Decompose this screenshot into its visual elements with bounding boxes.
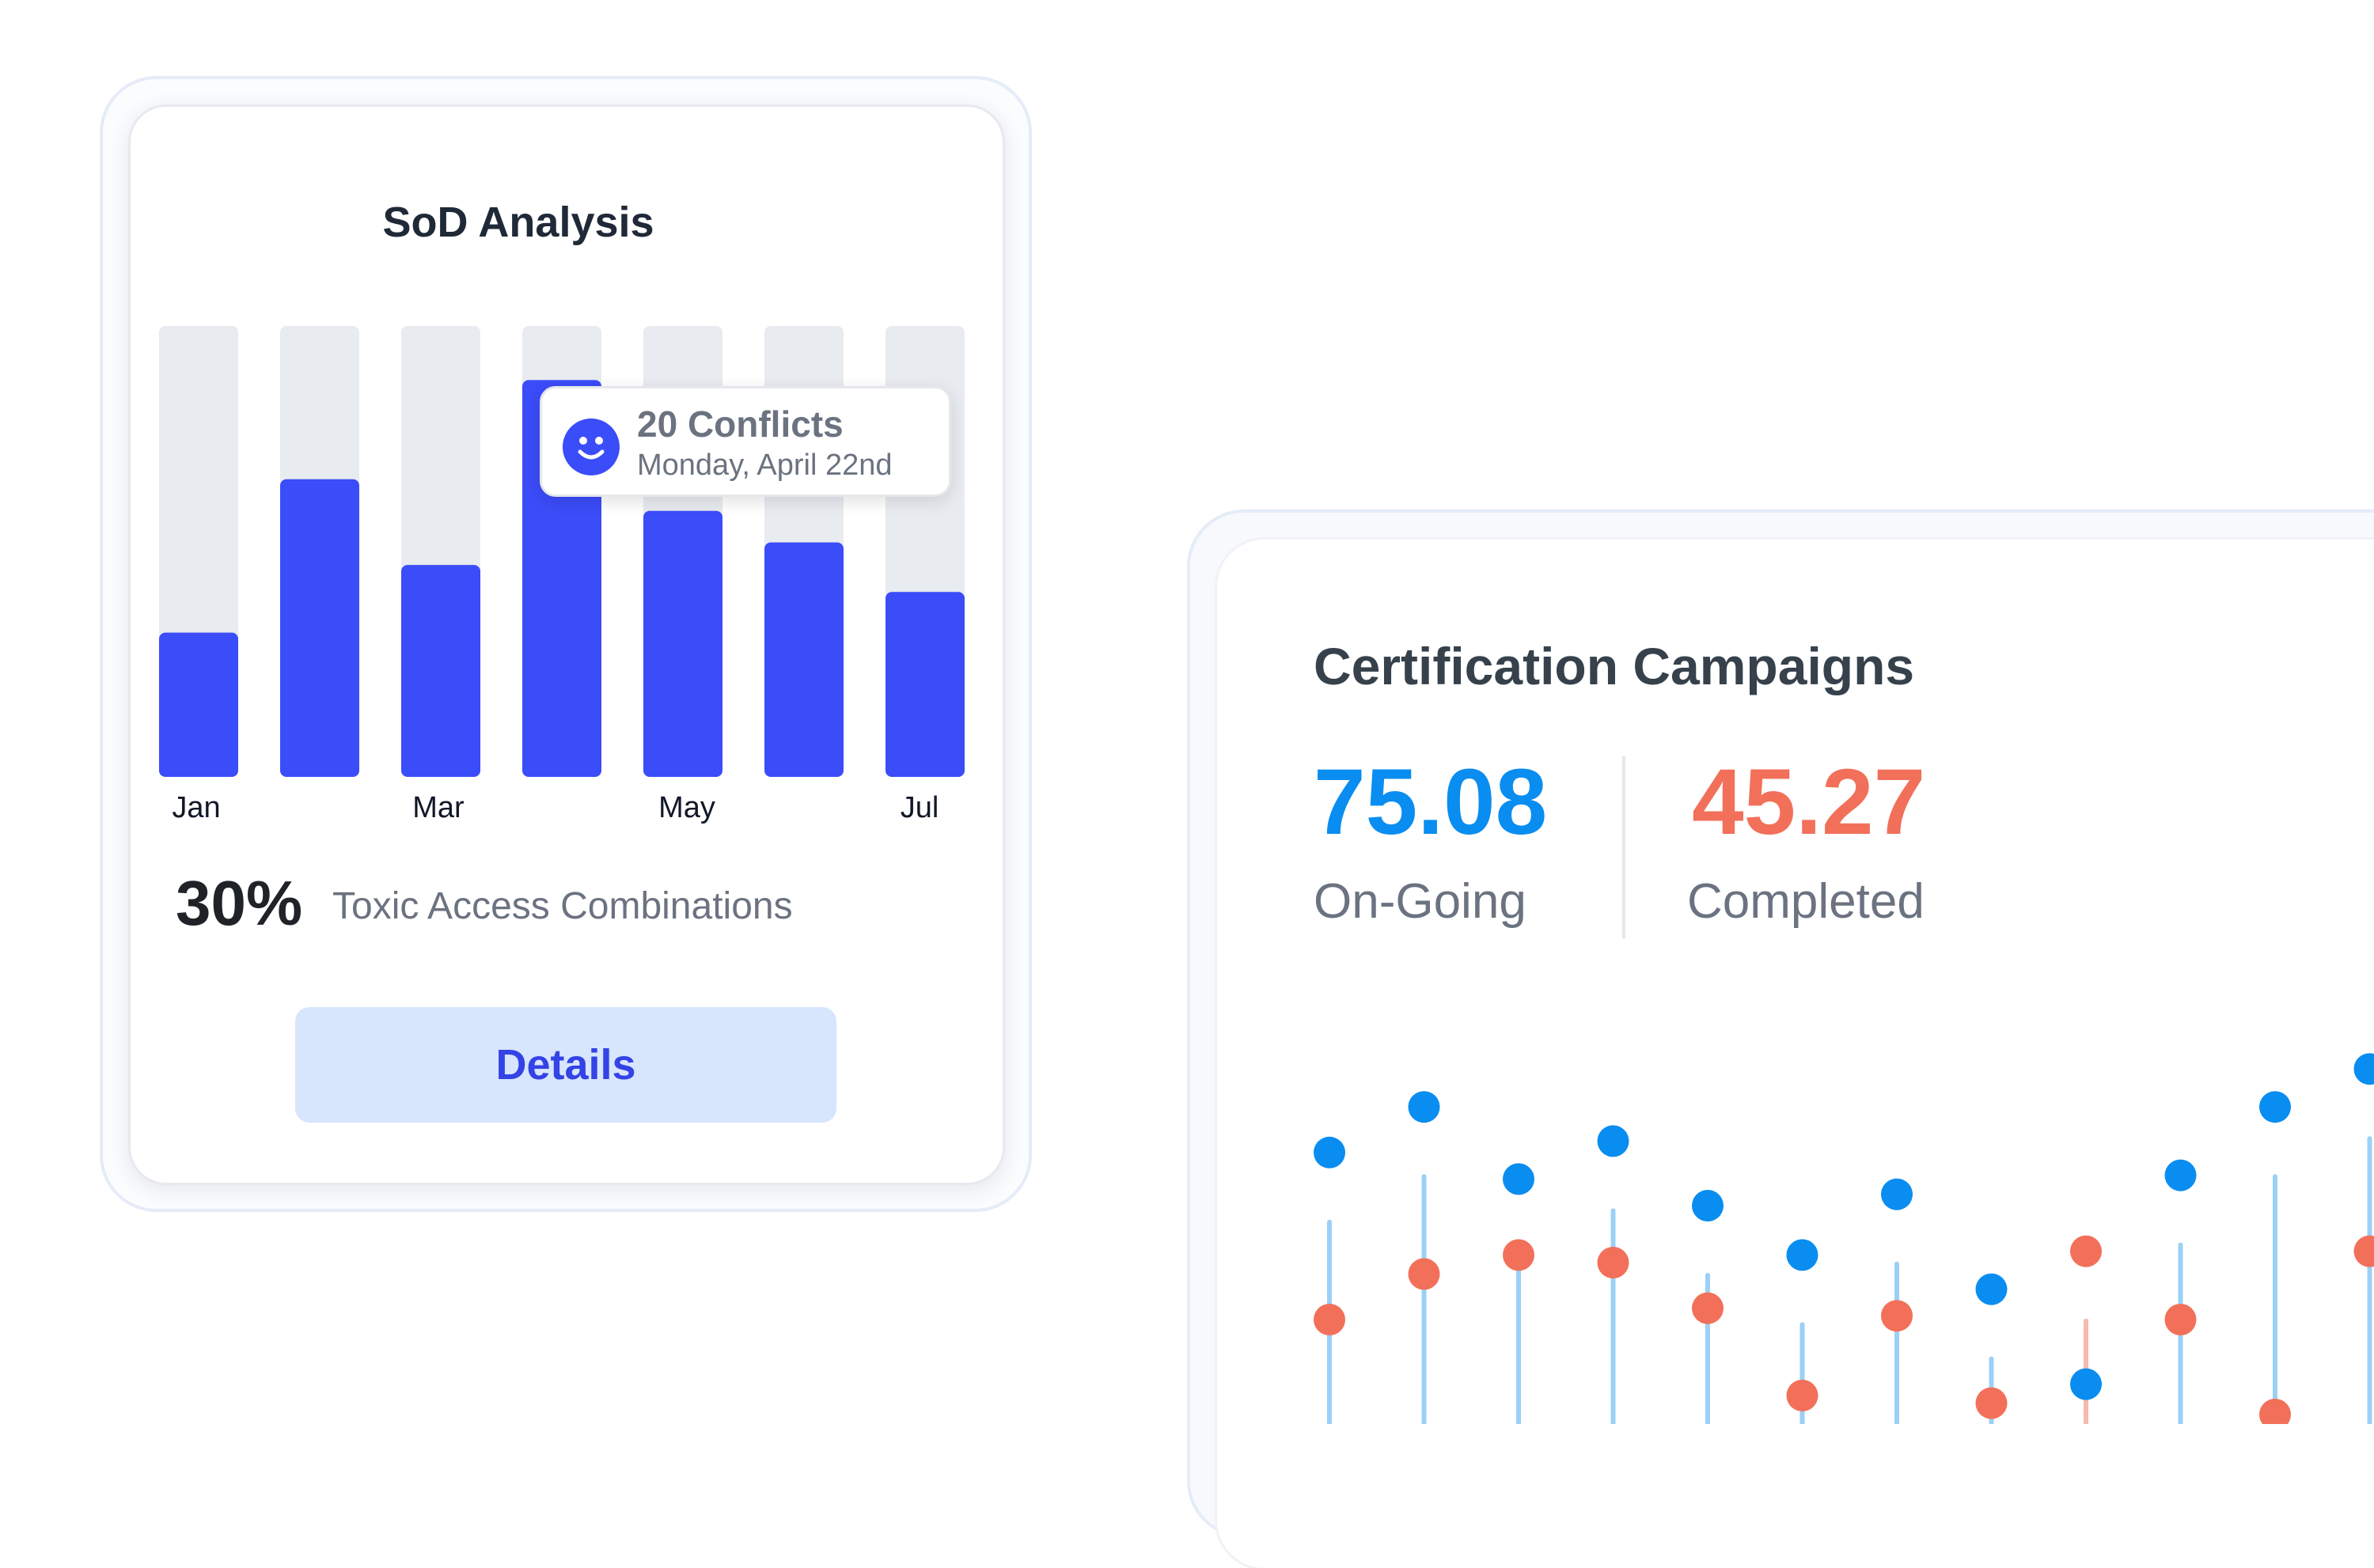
month-label-may: May bbox=[658, 791, 715, 825]
completed-value: 45.27 bbox=[1692, 748, 1925, 856]
bar-jun bbox=[764, 543, 844, 777]
bar-may bbox=[643, 511, 722, 777]
ongoing-value: 75.08 bbox=[1314, 748, 1547, 856]
bar-jan bbox=[159, 633, 238, 777]
cert-card-title: Certification Campaigns bbox=[1314, 636, 1914, 696]
conflicts-tooltip: 20 Conflicts Monday, April 22nd bbox=[540, 386, 951, 497]
tooltip-date: Monday, April 22nd bbox=[637, 449, 893, 483]
month-label-jul: Jul bbox=[901, 791, 939, 825]
month-label-jan: Jan bbox=[172, 791, 220, 825]
stat-divider bbox=[1622, 756, 1625, 938]
details-button[interactable]: Details bbox=[295, 1007, 836, 1123]
bar-jul bbox=[886, 592, 965, 777]
tooltip-title: 20 Conflicts bbox=[637, 403, 844, 445]
smile-icon bbox=[563, 419, 620, 475]
bar-mar bbox=[401, 565, 480, 777]
ongoing-label: On-Going bbox=[1314, 873, 1526, 930]
toxic-percentage: 30% bbox=[176, 867, 302, 940]
month-label-mar: Mar bbox=[412, 791, 464, 825]
toxic-label: Toxic Access Combinations bbox=[332, 884, 793, 928]
bar-feb bbox=[280, 479, 359, 777]
completed-label: Completed bbox=[1687, 873, 1925, 930]
